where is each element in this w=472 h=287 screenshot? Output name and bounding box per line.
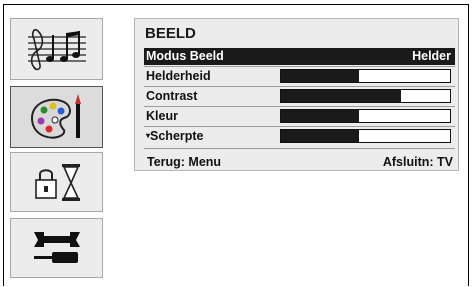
divider [144, 106, 455, 107]
menu-row-picture-mode[interactable]: Modus Beeld Helder [144, 48, 455, 65]
menu-row-label-text: Scherpte [150, 129, 204, 143]
slider-fill [281, 130, 359, 142]
sidebar-item-picture[interactable] [10, 86, 103, 148]
sidebar-item-lock-timer[interactable] [10, 152, 103, 212]
slider-fill [281, 70, 359, 82]
menu-row-contrast[interactable]: Contrast [144, 88, 455, 105]
contrast-slider[interactable] [280, 89, 451, 103]
divider [144, 148, 455, 149]
menu-row-value: Helder [412, 49, 451, 63]
back-hint: Terug: Menu [147, 155, 222, 169]
exit-hint: Afsluitn: TV [382, 155, 453, 169]
divider [144, 86, 455, 87]
slider-fill [281, 90, 401, 102]
menu-row-label: Helderheid [146, 69, 211, 83]
menu-row-label: Modus Beeld [146, 49, 224, 63]
menu-row-label: ▾Scherpte [146, 129, 204, 143]
sidebar-item-sound[interactable] [10, 18, 103, 80]
scroll-down-indicator: ▾ [146, 131, 151, 140]
sharpness-slider[interactable] [280, 129, 451, 143]
brightness-slider[interactable] [280, 69, 451, 83]
menu-row-label: Kleur [146, 109, 178, 123]
divider [144, 66, 455, 67]
menu-row-colour[interactable]: Kleur [144, 108, 455, 125]
music-icon [27, 28, 86, 71]
menu-title: BEELD [145, 25, 196, 42]
sidebar-item-setup[interactable] [10, 218, 103, 278]
picture-palette-icon [30, 94, 81, 139]
menu-row-label: Contrast [146, 89, 198, 103]
divider [144, 126, 455, 127]
menu-row-brightness[interactable]: Helderheid [144, 68, 455, 85]
colour-slider[interactable] [280, 109, 451, 123]
picture-menu-panel: BEELD Modus Beeld Helder Helderheid Cont… [134, 18, 459, 171]
lock-timer-icon [34, 164, 80, 201]
tools-icon [33, 232, 80, 263]
menu-row-sharpness[interactable]: ▾Scherpte [144, 128, 455, 145]
slider-fill [281, 110, 359, 122]
